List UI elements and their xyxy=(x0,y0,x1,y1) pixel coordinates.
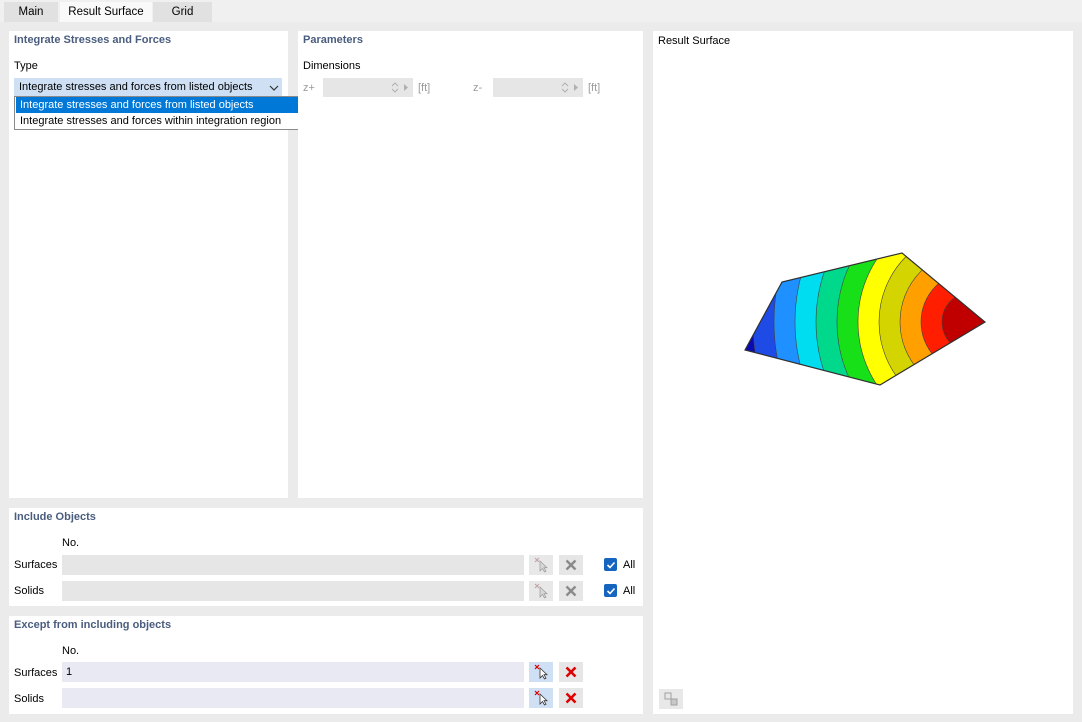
dimensions-label: Dimensions xyxy=(303,60,361,72)
include-solids-input[interactable] xyxy=(62,581,524,601)
chevron-down-icon xyxy=(269,85,279,91)
include-objects-title: Include Objects xyxy=(14,511,96,523)
include-surfaces-input[interactable] xyxy=(62,555,524,575)
include-solids-all-checkbox[interactable] xyxy=(604,584,617,597)
zplus-unit: [ft] xyxy=(418,82,431,94)
zplus-input[interactable] xyxy=(323,78,413,97)
zminus-unit: [ft] xyxy=(588,82,601,94)
checkmark-icon xyxy=(606,587,615,595)
clear-x-icon xyxy=(565,559,577,571)
preview-title: Result Surface xyxy=(658,35,731,47)
except-surfaces-select-button[interactable] xyxy=(529,662,553,682)
parameters-title: Parameters xyxy=(303,34,363,46)
parameters-panel xyxy=(298,31,643,498)
except-solids-select-button[interactable] xyxy=(529,688,553,708)
dropdown-option-listed-objects[interactable]: Integrate stresses and forces from liste… xyxy=(16,97,301,113)
integrate-title: Integrate Stresses and Forces xyxy=(14,34,172,46)
except-solids-input[interactable] xyxy=(62,688,524,708)
except-surfaces-input[interactable]: 1 xyxy=(62,662,524,682)
red-x-icon xyxy=(565,666,577,678)
except-no-header: No. xyxy=(62,645,80,657)
dropdown-option-integration-region[interactable]: Integrate stresses and forces within int… xyxy=(16,113,301,129)
type-combobox[interactable]: Integrate stresses and forces from liste… xyxy=(14,78,282,98)
include-solids-clear-button[interactable] xyxy=(559,581,583,601)
except-surfaces-value: 1 xyxy=(66,666,73,678)
type-label: Type xyxy=(14,60,38,72)
include-solids-label: Solids xyxy=(14,585,44,597)
include-surfaces-clear-button[interactable] xyxy=(559,555,583,575)
include-solids-select-button[interactable] xyxy=(529,581,553,601)
except-solids-clear-button[interactable] xyxy=(559,688,583,708)
contour-bands xyxy=(745,253,985,385)
pick-pointer-icon xyxy=(534,583,548,599)
include-surfaces-select-button[interactable] xyxy=(529,555,553,575)
type-combobox-value: Integrate stresses and forces from liste… xyxy=(19,81,253,93)
include-surfaces-all-label: All xyxy=(623,559,636,571)
result-surface-contour-plot xyxy=(744,252,987,386)
view-options-icon xyxy=(664,692,678,706)
except-surfaces-clear-button[interactable] xyxy=(559,662,583,682)
tab-result-surface[interactable]: Result Surface xyxy=(60,2,152,22)
include-surfaces-all-checkbox[interactable] xyxy=(604,558,617,571)
except-surfaces-label: Surfaces xyxy=(14,667,58,679)
include-surfaces-label: Surfaces xyxy=(14,559,58,571)
spinner-icon xyxy=(391,82,399,93)
red-x-icon xyxy=(565,692,577,704)
tab-grid[interactable]: Grid xyxy=(153,2,212,22)
arrow-right-icon xyxy=(574,84,578,91)
zminus-input[interactable] xyxy=(493,78,583,97)
pick-pointer-icon xyxy=(534,557,548,573)
except-solids-label: Solids xyxy=(14,693,44,705)
type-dropdown-list: Integrate stresses and forces from liste… xyxy=(14,96,302,130)
zminus-label: z- xyxy=(473,82,483,94)
preview-options-button[interactable] xyxy=(659,689,683,709)
tab-main[interactable]: Main xyxy=(4,2,58,22)
include-solids-all-label: All xyxy=(623,585,636,597)
except-objects-title: Except from including objects xyxy=(14,619,172,631)
zplus-label: z+ xyxy=(303,82,315,94)
checkmark-icon xyxy=(606,561,615,569)
clear-x-icon xyxy=(565,585,577,597)
include-no-header: No. xyxy=(62,537,80,549)
pick-pointer-icon xyxy=(534,664,548,680)
spinner-icon xyxy=(561,82,569,93)
pick-pointer-icon xyxy=(534,690,548,706)
arrow-right-icon xyxy=(404,84,408,91)
tab-bar: Main Result Surface Grid xyxy=(0,0,1082,22)
